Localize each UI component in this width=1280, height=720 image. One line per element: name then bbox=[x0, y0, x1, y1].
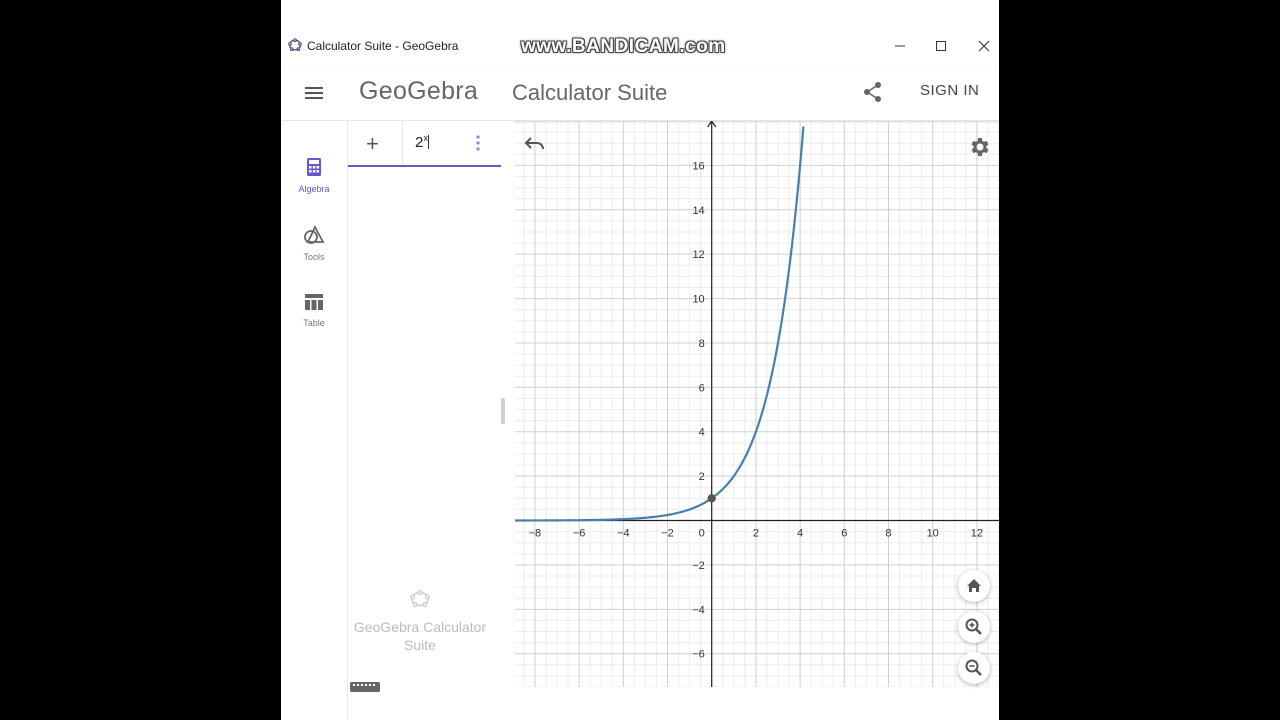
divider bbox=[402, 121, 403, 165]
rail-item-tools[interactable]: Tools bbox=[281, 224, 347, 281]
rail-item-label: Tools bbox=[303, 252, 325, 262]
rail-item-table[interactable]: Table bbox=[281, 293, 347, 349]
window-titlebar: Calculator Suite - GeoGebra www.BANDICAM… bbox=[281, 0, 999, 68]
x-tick-label: 4 bbox=[797, 528, 803, 540]
x-tick-label: −4 bbox=[617, 528, 630, 540]
zoom-in-icon bbox=[965, 618, 982, 635]
keyboard-icon bbox=[350, 682, 380, 692]
y-tick-label: 2 bbox=[699, 471, 705, 483]
major-grid bbox=[515, 121, 999, 687]
tools-icon bbox=[304, 224, 325, 244]
window-title: Calculator Suite - GeoGebra bbox=[307, 39, 459, 53]
y-tick-label: 16 bbox=[692, 160, 704, 172]
undo-button[interactable] bbox=[523, 133, 547, 153]
x-tick-label: 8 bbox=[885, 528, 891, 540]
y-intercept-point[interactable] bbox=[707, 494, 716, 503]
text-cursor bbox=[427, 135, 429, 149]
x-tick-label: −6 bbox=[573, 528, 586, 540]
y-tick-label: −6 bbox=[692, 649, 705, 661]
gear-icon bbox=[971, 138, 989, 156]
x-tick-label: 6 bbox=[841, 528, 847, 540]
minor-grid bbox=[515, 121, 999, 687]
more-options-button[interactable] bbox=[474, 133, 482, 153]
geogebra-logo: GeoGebra bbox=[359, 77, 479, 105]
share-icon bbox=[864, 82, 881, 102]
zoom-in-button[interactable] bbox=[958, 611, 990, 643]
recorder-watermark: www.BANDICAM.com bbox=[521, 36, 726, 57]
algebra-input-row: + 2x bbox=[348, 121, 501, 167]
x-tick-label: 2 bbox=[753, 528, 759, 540]
more-vert-icon bbox=[476, 135, 480, 151]
app-title: Calculator Suite bbox=[512, 80, 668, 105]
app-window: Calculator Suite - GeoGebra www.BANDICAM… bbox=[281, 0, 999, 720]
calculator-icon bbox=[307, 158, 321, 176]
table-icon bbox=[305, 294, 323, 310]
app-header: GeoGebra Calculator Suite SIGN IN bbox=[281, 68, 999, 121]
graphics-settings-button[interactable] bbox=[967, 135, 991, 159]
maximize-button[interactable] bbox=[926, 33, 956, 59]
footer-text: GeoGebra Calculator Suite bbox=[353, 619, 487, 653]
algebra-input[interactable]: 2x bbox=[415, 133, 429, 151]
home-view-button[interactable] bbox=[958, 570, 990, 602]
algebra-panel: + 2x GeoGebra Calculator Suite bbox=[347, 121, 514, 720]
panel-resize-handle[interactable] bbox=[501, 398, 505, 424]
y-tick-label: 14 bbox=[692, 205, 704, 217]
app-footer-logo: GeoGebra Calculator Suite bbox=[348, 589, 492, 654]
y-tick-label: 12 bbox=[692, 249, 704, 261]
geogebra-logo-icon bbox=[410, 590, 430, 607]
y-tick-label: 8 bbox=[699, 338, 705, 350]
y-tick-label: 6 bbox=[699, 382, 705, 394]
rail-item-label: Algebra bbox=[298, 184, 330, 194]
sign-in-button[interactable]: SIGN IN bbox=[920, 82, 979, 99]
x-tick-labels: −8 −6 −4 −2 0 2 4 6 8 10 12 bbox=[529, 528, 983, 540]
view-rail: Algebra Tools Table bbox=[281, 121, 347, 720]
rail-item-algebra[interactable]: Algebra bbox=[281, 157, 347, 213]
x-tick-label: 12 bbox=[971, 528, 983, 540]
undo-icon bbox=[524, 137, 544, 150]
axes bbox=[515, 121, 999, 687]
zoom-out-icon bbox=[965, 659, 982, 676]
x-tick-label: −8 bbox=[529, 528, 542, 540]
function-curve[interactable] bbox=[515, 126, 805, 522]
minimize-button[interactable] bbox=[885, 33, 915, 59]
y-tick-label: 4 bbox=[699, 427, 705, 439]
x-tick-label: −2 bbox=[661, 528, 674, 540]
y-tick-label: −2 bbox=[692, 560, 705, 572]
y-tick-label: 10 bbox=[692, 294, 704, 306]
add-icon[interactable]: + bbox=[366, 131, 379, 157]
x-tick-label: 10 bbox=[927, 528, 939, 540]
share-button[interactable] bbox=[861, 80, 885, 104]
home-icon bbox=[967, 579, 981, 592]
y-tick-label: −4 bbox=[692, 604, 705, 616]
keyboard-button[interactable] bbox=[350, 679, 380, 692]
rail-item-label: Table bbox=[303, 318, 325, 328]
close-button[interactable] bbox=[969, 33, 999, 59]
geogebra-app-icon bbox=[288, 38, 302, 57]
graphics-view[interactable]: −8 −6 −4 −2 0 2 4 6 8 10 12 −6 −4 −2 2 4 6 8 10 12 14 16 bbox=[515, 121, 999, 687]
menu-button[interactable] bbox=[303, 82, 325, 104]
hamburger-icon bbox=[305, 87, 323, 99]
x-tick-label: 0 bbox=[699, 528, 705, 540]
y-tick-labels: −6 −4 −2 2 4 6 8 10 12 14 16 bbox=[692, 160, 705, 660]
zoom-out-button[interactable] bbox=[958, 652, 990, 684]
